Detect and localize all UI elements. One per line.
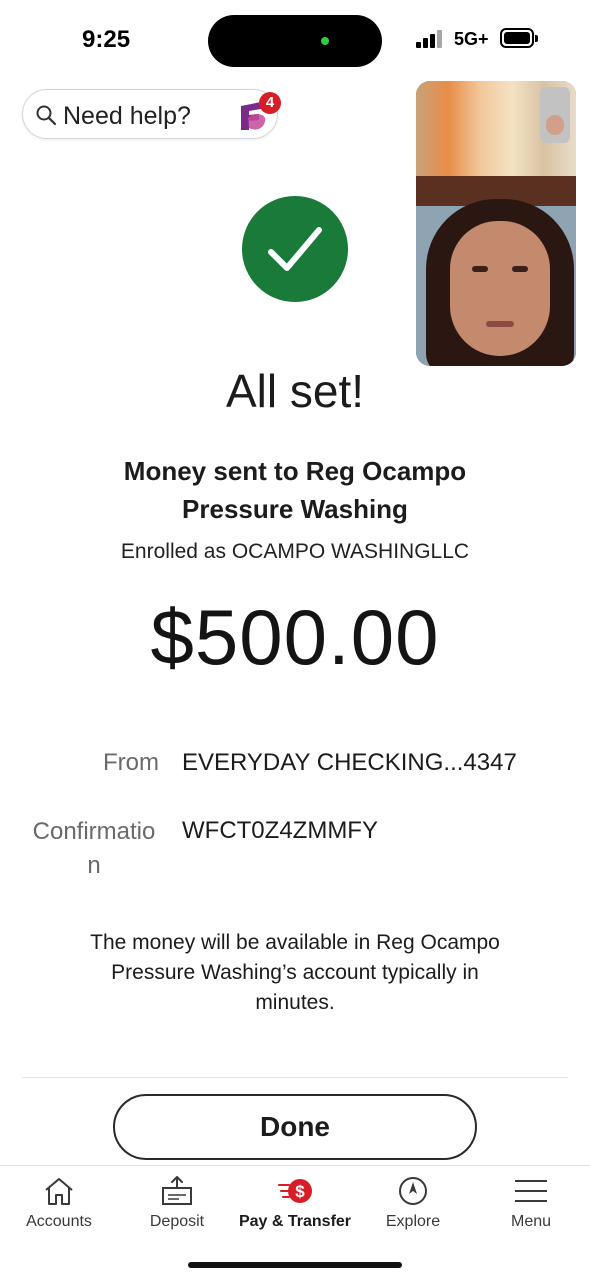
status-bar: 9:25 5G+: [0, 0, 590, 80]
success-check-icon: [242, 196, 348, 302]
tab-menu[interactable]: Menu: [472, 1166, 590, 1236]
compass-icon: [399, 1177, 427, 1205]
done-button[interactable]: Done: [113, 1094, 477, 1160]
confirmation-label: Confirmation: [32, 818, 156, 879]
deposit-icon: [162, 1176, 192, 1205]
confirmation-number: WFCT0Z4ZMMFY: [182, 817, 378, 844]
svg-text:$: $: [295, 1182, 305, 1201]
tab-explore[interactable]: Explore: [354, 1166, 472, 1236]
divider: [22, 1077, 568, 1078]
search-icon: [36, 105, 57, 126]
tab-label: Deposit: [149, 1213, 205, 1230]
video-call-overlay[interactable]: [416, 81, 576, 366]
network-type: 5G+: [454, 29, 489, 49]
tab-accounts[interactable]: Accounts: [0, 1166, 118, 1236]
from-account-value: EVERYDAY CHECKING...4347: [182, 749, 517, 776]
cellular-signal-icon: [416, 30, 446, 48]
notification-badge: 4: [259, 92, 281, 114]
recipient-message: Money sent to Reg Ocampo Pressure Washin…: [123, 456, 467, 524]
tab-deposit[interactable]: Deposit: [118, 1166, 236, 1236]
tab-label: Pay & Transfer: [238, 1213, 352, 1230]
home-indicator[interactable]: [188, 1262, 402, 1268]
self-view-thumbnail[interactable]: [540, 87, 570, 143]
tab-pay-transfer[interactable]: $ Pay & Transfer: [236, 1166, 354, 1236]
need-help-search[interactable]: Need help? 4: [22, 89, 281, 139]
tab-label: Menu: [510, 1213, 552, 1230]
home-icon: [45, 1178, 73, 1205]
from-label: From: [103, 749, 159, 776]
battery-icon: [500, 28, 538, 48]
status-time: 9:25: [82, 26, 131, 53]
hamburger-menu-icon: [515, 1180, 547, 1202]
camera-active-indicator: [321, 37, 329, 45]
page-title: All set!: [225, 365, 365, 417]
enrolled-as-text: Enrolled as OCAMPO WASHINGLLC: [120, 540, 470, 563]
tab-label: Explore: [385, 1213, 441, 1230]
dynamic-island: [208, 15, 382, 67]
pay-transfer-icon: $: [278, 1179, 312, 1203]
transfer-amount: $500.00: [150, 593, 440, 681]
need-help-placeholder: Need help?: [63, 102, 191, 130]
tab-label: Accounts: [26, 1213, 92, 1230]
availability-note: The money will be available in Reg Ocamp…: [90, 931, 500, 1014]
